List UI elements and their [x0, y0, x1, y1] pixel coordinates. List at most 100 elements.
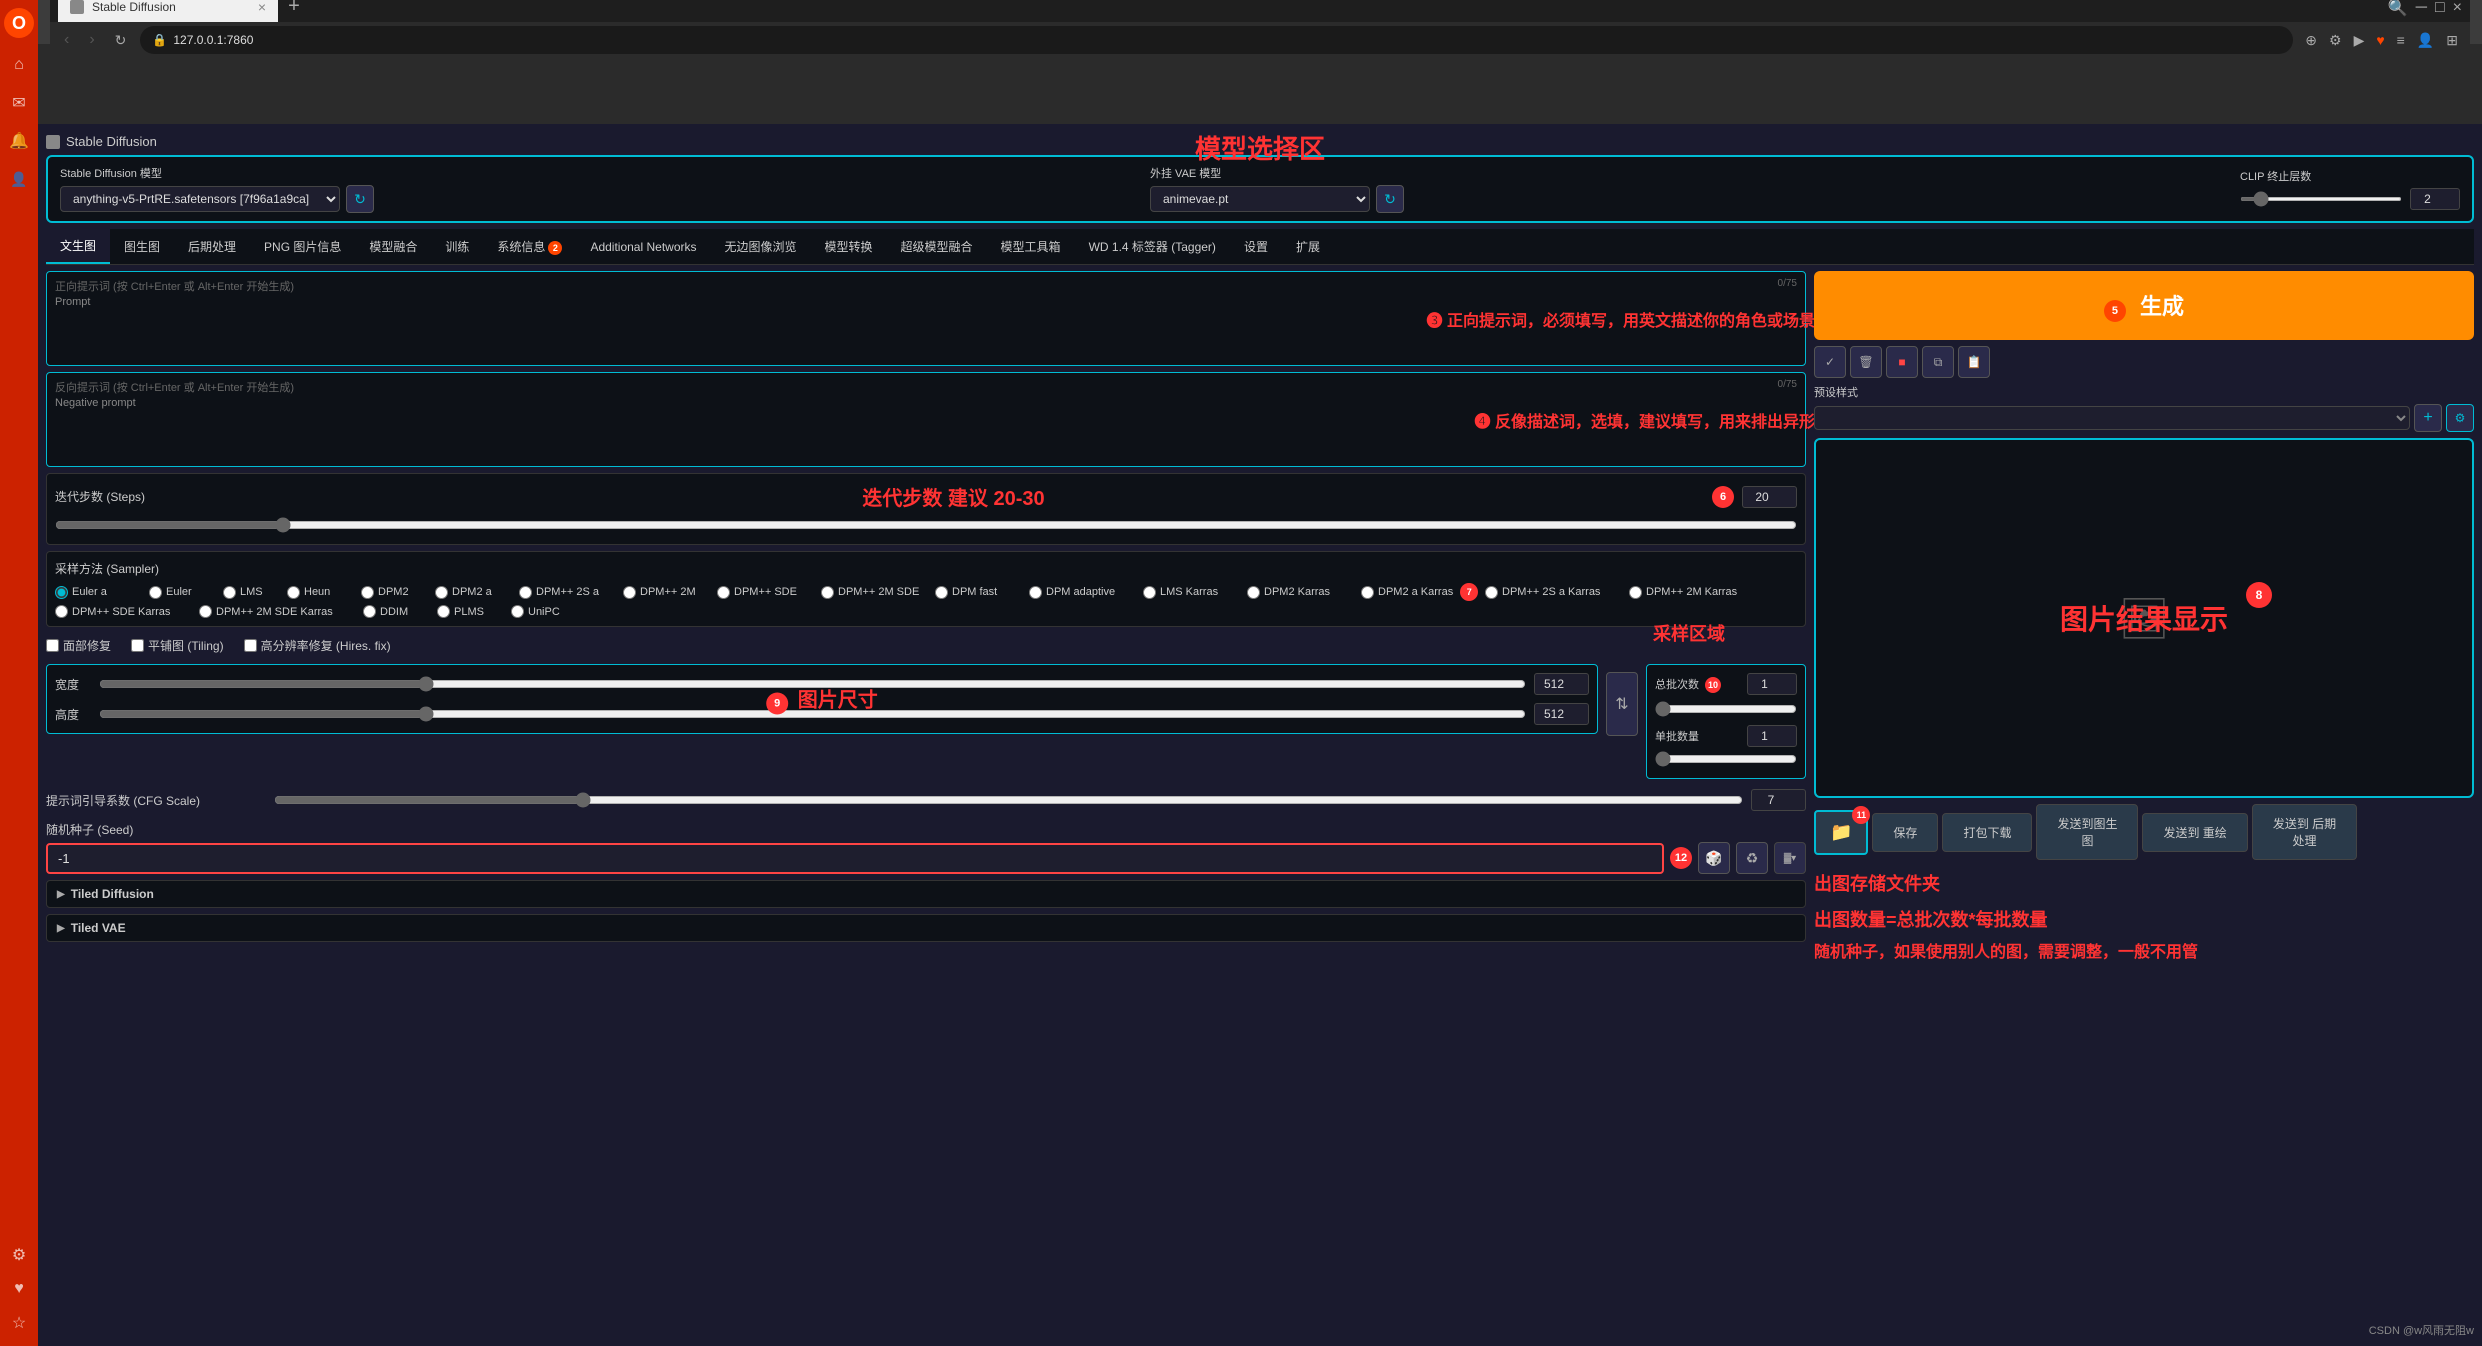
send-img2img-button[interactable]: 发送到图生图	[2036, 804, 2138, 860]
browser-icon-2[interactable]: ⚙	[2325, 30, 2346, 51]
sampler-dpmppsde[interactable]: DPM++ SDE	[717, 583, 817, 601]
sampler-dpmpp2mkarras[interactable]: DPM++ 2M Karras	[1629, 583, 1759, 601]
style-btn-paste[interactable]: 📋	[1958, 346, 1990, 378]
browser-icon-6[interactable]: 👤	[2413, 30, 2438, 51]
close-button[interactable]: ×	[2453, 0, 2462, 17]
tab-tagger[interactable]: WD 1.4 标签器 (Tagger)	[1075, 230, 1230, 263]
sampler-euler-a[interactable]: Euler a	[55, 583, 145, 601]
sampler-dpmpp2m[interactable]: DPM++ 2M	[623, 583, 713, 601]
sidebar-icon-home[interactable]: ⌂	[4, 50, 34, 80]
tab-image-browser[interactable]: 无边图像浏览	[711, 230, 811, 263]
sampler-heun[interactable]: Heun	[287, 583, 357, 601]
tab-additional-networks[interactable]: Additional Networks	[576, 232, 710, 262]
cfg-value[interactable]	[1751, 789, 1806, 811]
tab-img2img[interactable]: 图生图	[110, 230, 174, 263]
maximize-button[interactable]: □	[2435, 0, 2445, 17]
batch-size-slider[interactable]	[1655, 751, 1797, 767]
preset-add-button[interactable]: +	[2414, 404, 2442, 432]
negative-prompt-input[interactable]	[47, 413, 1805, 463]
swap-button[interactable]: ⇅	[1606, 672, 1638, 736]
tab-postprocess[interactable]: 后期处理	[174, 230, 250, 263]
tiled-vae-section[interactable]: ▶ Tiled VAE	[46, 914, 1806, 942]
sidebar-icon-heart[interactable]: ♥	[4, 1274, 34, 1304]
tab-close-icon[interactable]: ×	[258, 0, 266, 15]
sampler-dpmfast[interactable]: DPM fast	[935, 583, 1025, 601]
refresh-button[interactable]: ↻	[109, 30, 133, 51]
model-refresh-button[interactable]: ↻	[346, 185, 374, 213]
tab-sysinfo[interactable]: 系统信息2	[483, 230, 576, 263]
batch-size-value[interactable]	[1747, 725, 1797, 747]
face-restore-checkbox[interactable]: 面部修复	[46, 637, 111, 654]
browser-icon-1[interactable]: ⊕	[2301, 30, 2321, 51]
new-tab-button[interactable]: +	[280, 0, 308, 20]
vae-refresh-button[interactable]: ↻	[1376, 185, 1404, 213]
seed-random-button[interactable]: 🎲	[1698, 842, 1730, 874]
tab-super-merge[interactable]: 超级模型融合	[887, 230, 987, 263]
tiling-checkbox[interactable]: 平铺图 (Tiling)	[131, 637, 224, 654]
model-dropdown[interactable]: anything-v5-PrtRE.safetensors [7f96a1a9c…	[60, 186, 340, 212]
style-btn-copy[interactable]: ⧉	[1922, 346, 1954, 378]
browser-tab[interactable]: Stable Diffusion ×	[58, 0, 278, 22]
style-btn-check[interactable]: ✓	[1814, 346, 1846, 378]
tab-model-merge[interactable]: 模型融合	[355, 230, 431, 263]
browser-icon-4[interactable]: ♥	[2372, 30, 2388, 50]
address-bar[interactable]: 🔒 127.0.0.1:7860	[140, 26, 2293, 54]
width-slider[interactable]	[99, 676, 1526, 692]
folder-button[interactable]: 📁 11	[1814, 810, 1868, 855]
sampler-dpmppsdekarras[interactable]: DPM++ SDE Karras	[55, 605, 195, 618]
positive-prompt-input[interactable]	[47, 312, 1805, 362]
pack-download-button[interactable]: 打包下载	[1942, 813, 2032, 852]
batch-count-value[interactable]	[1747, 673, 1797, 695]
browser-icon-7[interactable]: ⊞	[2442, 30, 2462, 51]
style-btn-trash[interactable]: 🗑	[1850, 346, 1882, 378]
sidebar-icon-social[interactable]: 👤	[4, 164, 34, 194]
tab-txt2img[interactable]: 文生图	[46, 229, 110, 264]
sampler-ddim[interactable]: DDIM	[363, 605, 433, 618]
generate-button[interactable]: 5 生成	[1814, 271, 2474, 340]
tab-png-info[interactable]: PNG 图片信息	[250, 230, 355, 263]
sidebar-icon-notifications[interactable]: 🔔	[4, 126, 34, 156]
search-icon[interactable]: 🔍	[2388, 0, 2408, 18]
sampler-plms[interactable]: PLMS	[437, 605, 507, 618]
sampler-unipc[interactable]: UniPC	[511, 605, 581, 618]
sampler-dpmpp2msde[interactable]: DPM++ 2M SDE	[821, 583, 931, 601]
sidebar-icon-star[interactable]: ☆	[4, 1308, 34, 1338]
sampler-dpmadaptive[interactable]: DPM adaptive	[1029, 583, 1139, 601]
opera-logo[interactable]: O	[4, 8, 34, 38]
tab-extensions[interactable]: 扩展	[1282, 230, 1334, 263]
cfg-slider[interactable]	[274, 792, 1743, 808]
sampler-dpmpp2sa[interactable]: DPM++ 2S a	[519, 583, 619, 601]
height-slider[interactable]	[99, 706, 1526, 722]
sampler-dpmpp2sakarras[interactable]: DPM++ 2S a Karras	[1485, 583, 1625, 601]
width-value[interactable]	[1534, 673, 1589, 695]
steps-slider[interactable]	[55, 517, 1797, 533]
tab-settings[interactable]: 设置	[1230, 230, 1282, 263]
sidebar-icon-settings[interactable]: ⚙	[4, 1240, 34, 1270]
send-postprocess-button[interactable]: 发送到 后期处理	[2252, 804, 2357, 860]
style-btn-red[interactable]: ■	[1886, 346, 1918, 378]
seed-input[interactable]	[46, 843, 1664, 874]
sampler-dpmpp2msdekarras[interactable]: DPM++ 2M SDE Karras	[199, 605, 359, 618]
clip-value[interactable]	[2410, 188, 2460, 210]
preset-select[interactable]	[1814, 406, 2410, 430]
seed-recycle-button[interactable]: ♻	[1736, 842, 1768, 874]
seed-extra-button[interactable]: ▓▾	[1774, 842, 1806, 874]
send-inpaint-button[interactable]: 发送到 重绘	[2142, 813, 2247, 852]
sampler-dpm2[interactable]: DPM2	[361, 583, 431, 601]
forward-button[interactable]: ›	[83, 29, 100, 51]
tab-train[interactable]: 训练	[431, 230, 483, 263]
browser-icon-3[interactable]: ▶	[2350, 30, 2369, 51]
sampler-dpm2a[interactable]: DPM2 a	[435, 583, 515, 601]
sidebar-icon-messages[interactable]: ✉	[4, 88, 34, 118]
save-button[interactable]: 保存	[1872, 813, 1938, 852]
minimize-button[interactable]: ─	[2416, 0, 2427, 17]
tiled-diffusion-section[interactable]: ▶ Tiled Diffusion	[46, 880, 1806, 908]
sampler-dpm2karras[interactable]: DPM2 Karras	[1247, 583, 1357, 601]
clip-slider[interactable]	[2240, 197, 2402, 201]
sampler-euler[interactable]: Euler	[149, 583, 219, 601]
sampler-dpm2akarras[interactable]: DPM2 a Karras 7	[1361, 583, 1481, 601]
sampler-lms[interactable]: LMS	[223, 583, 283, 601]
batch-count-slider[interactable]	[1655, 701, 1797, 717]
steps-value-input[interactable]	[1742, 486, 1797, 508]
preset-settings-button[interactable]: ⚙	[2446, 404, 2474, 432]
